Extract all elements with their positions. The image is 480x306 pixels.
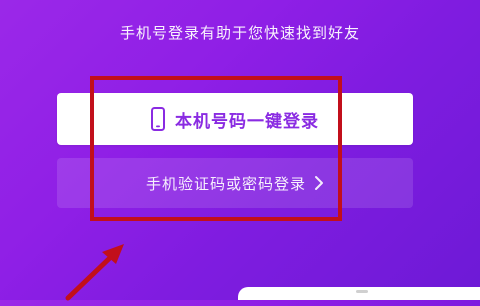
login-subtitle: 手机号登录有助于您快速找到好友 [119,24,360,42]
sheet-handle [356,290,368,293]
bottom-sheet-edge [238,287,480,300]
sms-or-password-login-button[interactable]: 手机验证码或密码登录 [57,158,413,208]
phone-icon [151,107,165,131]
sms-or-password-login-label: 手机验证码或密码登录 [145,174,306,193]
annotation-arrow-icon [62,240,134,302]
one-click-login-button[interactable]: 本机号码一键登录 [57,93,413,145]
one-click-login-label: 本机号码一键登录 [175,111,319,132]
chevron-right-icon [314,175,324,191]
